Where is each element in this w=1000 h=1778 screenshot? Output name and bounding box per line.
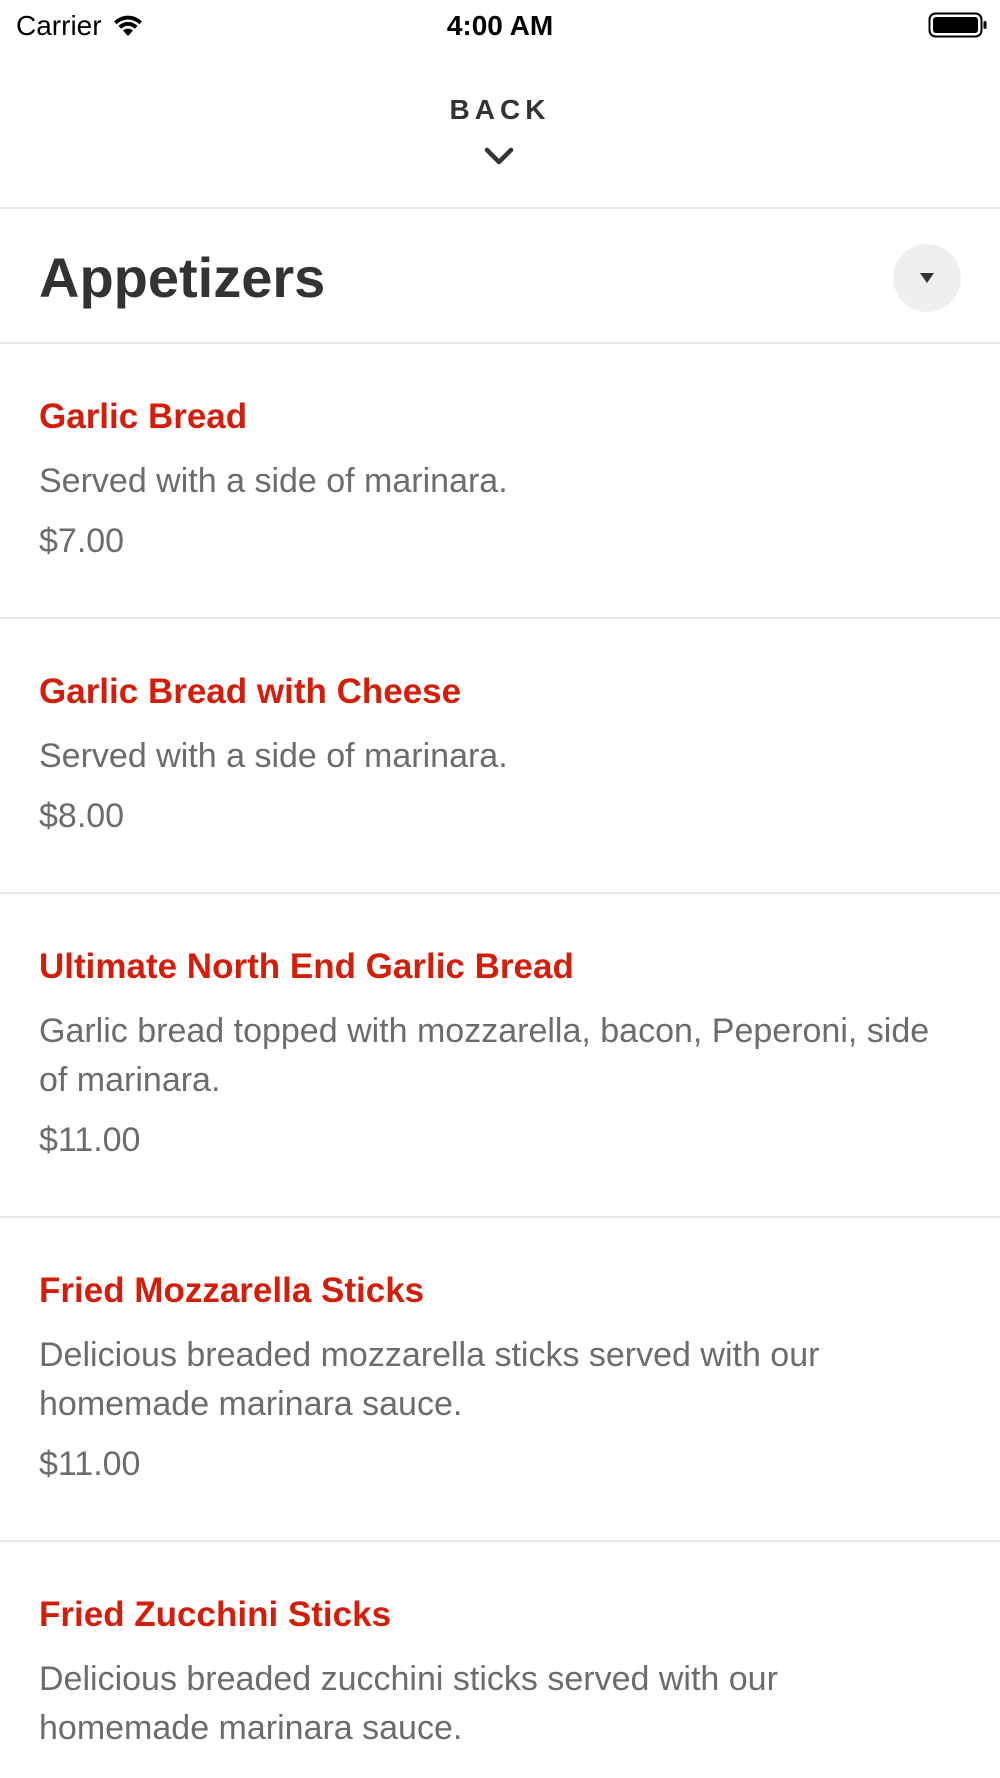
menu-item-price: $8.00 <box>39 797 125 835</box>
category-header: Appetizers <box>0 209 1000 344</box>
caret-down-icon <box>920 273 934 283</box>
menu-item-name: Ultimate North End Garlic Bread <box>39 947 574 986</box>
menu-item-description: Delicious breaded mozzarella sticks serv… <box>39 1336 820 1423</box>
status-bar: Carrier 4:00 AM <box>0 0 1000 52</box>
menu-item-price: $11.00 <box>39 1445 141 1483</box>
menu-item-price: $11.00 <box>39 1121 141 1159</box>
menu-item-name: Fried Zucchini Sticks <box>39 1595 392 1634</box>
app-screen: Carrier 4:00 AM BACK Appetizers Garlic B… <box>0 0 1000 1778</box>
menu-item[interactable]: Garlic Bread Served with a side of marin… <box>0 344 1000 619</box>
menu-item[interactable]: Garlic Bread with Cheese Served with a s… <box>0 619 1000 894</box>
menu-item[interactable]: Fried Mozzarella Sticks Delicious breade… <box>0 1218 1000 1542</box>
menu-item-description: Served with a side of marinara. <box>39 737 508 775</box>
menu-item-description: Delicious breaded zucchini sticks served… <box>39 1660 778 1747</box>
chevron-down-icon <box>484 147 514 165</box>
menu-item-description: Garlic bread topped with mozzarella, bac… <box>39 1012 930 1099</box>
menu-item-list: Garlic Bread Served with a side of marin… <box>0 344 1000 1778</box>
menu-item[interactable]: Ultimate North End Garlic Bread Garlic b… <box>0 894 1000 1218</box>
battery-icon <box>928 12 988 43</box>
category-title: Appetizers <box>39 246 326 309</box>
menu-item[interactable]: Fried Zucchini Sticks Delicious breaded … <box>0 1542 1000 1778</box>
menu-item-name: Garlic Bread <box>39 397 248 436</box>
menu-item-price: $7.00 <box>39 522 125 560</box>
back-label: BACK <box>449 94 551 125</box>
menu-item-name: Garlic Bread with Cheese <box>39 672 462 711</box>
status-time: 4:00 AM <box>446 10 554 41</box>
back-button[interactable]: BACK <box>0 52 1000 209</box>
category-dropdown-button[interactable] <box>893 244 961 312</box>
menu-item-name: Fried Mozzarella Sticks <box>39 1271 425 1310</box>
menu-item-description: Served with a side of marinara. <box>39 462 508 500</box>
